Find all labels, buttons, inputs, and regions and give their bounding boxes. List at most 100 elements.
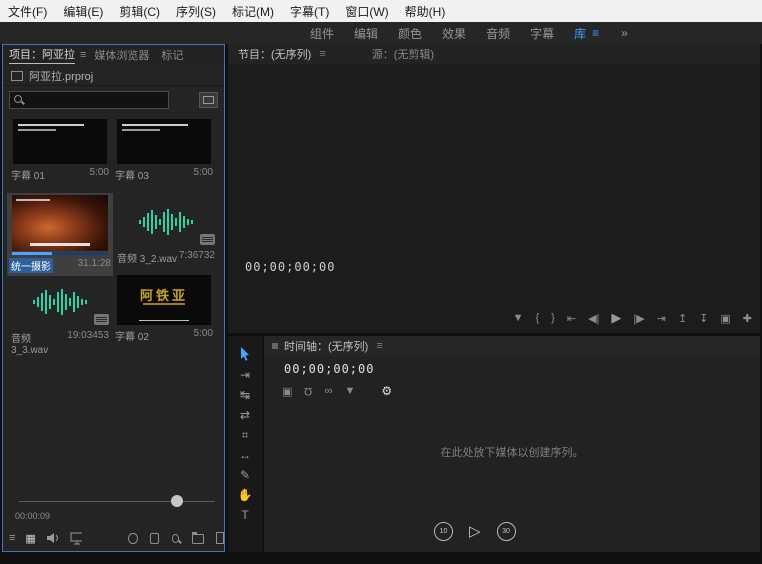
go-to-in-icon[interactable]: ⇤ xyxy=(567,312,576,325)
clip-item-audio-3-2[interactable]: 音频 3_2.wav 7:36732 xyxy=(115,197,217,265)
menu-window[interactable]: 窗口(W) xyxy=(337,3,396,20)
clip-thumbnail[interactable] xyxy=(12,195,108,251)
clip-item-audio-3-3[interactable]: 音频 3_3.wav 19:03453 xyxy=(9,277,111,356)
pen-tool-icon[interactable]: ✎ xyxy=(240,469,250,482)
program-timecode[interactable]: 00;00;00;00 xyxy=(245,260,335,274)
find-icon[interactable] xyxy=(172,534,180,543)
preview-area-icon[interactable] xyxy=(70,532,83,545)
jump-forward-30-icon[interactable]: 30 xyxy=(497,522,516,541)
program-transport-bar: ▼ { } ⇤ ◀| ▶ |▶ ⇥ ↥ ↧ ▣ ✚ xyxy=(513,309,752,327)
tab-source[interactable]: 源：(无剪辑) xyxy=(372,46,434,62)
button-editor-icon[interactable]: ✚ xyxy=(743,312,752,325)
clip-thumbnail[interactable]: 阿铁亚 xyxy=(117,275,211,325)
menu-clip[interactable]: 剪辑(C) xyxy=(111,3,168,20)
workspace-tab-libraries[interactable]: 库 xyxy=(574,25,586,42)
panel-menu-icon[interactable]: ≡ xyxy=(80,49,86,61)
bin-path-row[interactable]: 阿亚拉.prproj xyxy=(3,67,224,86)
timeline-empty-message: 在此处放下媒体以创建序列。 xyxy=(264,444,760,460)
clip-scrub-bar[interactable] xyxy=(12,252,108,255)
clip-item-title-01[interactable]: 字幕 01 5:00 xyxy=(9,119,111,182)
workspace-tab-audio[interactable]: 音频 xyxy=(486,25,510,42)
insert-as-nest-icon[interactable]: ▣ xyxy=(282,385,292,398)
timeline-panel-tabs: 时间轴：(无序列) ≡ xyxy=(264,336,760,356)
tab-project[interactable]: 项目：阿亚拉 xyxy=(9,46,75,64)
type-tool-icon[interactable]: T xyxy=(241,509,248,522)
clip-name[interactable]: 音频 3_3.wav xyxy=(11,330,67,356)
tab-media-browser[interactable]: 媒体浏览器 xyxy=(94,47,149,63)
workspace-tab-assembly[interactable]: 组件 xyxy=(310,25,334,42)
tab-markers[interactable]: 标记 xyxy=(161,47,183,63)
menu-help[interactable]: 帮助(H) xyxy=(397,3,454,20)
clip-name[interactable]: 字幕 02 xyxy=(115,328,149,343)
step-back-icon[interactable]: ◀| xyxy=(588,312,599,325)
speaker-icon[interactable] xyxy=(46,532,58,544)
zoom-slider-knob[interactable] xyxy=(171,495,183,507)
mark-out-icon[interactable]: } xyxy=(551,312,555,324)
mark-in-icon[interactable]: { xyxy=(535,312,539,324)
clip-name[interactable]: 音频 3_2.wav xyxy=(117,250,177,265)
clip-name[interactable]: 字幕 01 xyxy=(11,167,45,182)
extract-icon[interactable]: ↧ xyxy=(699,312,708,325)
timeline-timecode[interactable]: 00;00;00;00 xyxy=(284,362,374,376)
thumb-overlay-line xyxy=(16,199,50,201)
play-icon[interactable]: ▶ xyxy=(611,310,621,326)
clip-item-title-03[interactable]: 字幕 03 5:00 xyxy=(113,119,215,182)
clip-thumbnail[interactable] xyxy=(13,277,107,327)
timeline-settings-wrench-icon[interactable]: ⚙ xyxy=(381,384,392,398)
play-icon[interactable]: ▷ xyxy=(469,524,481,540)
ripple-edit-tool-icon[interactable]: ↹ xyxy=(240,389,250,402)
timeline-transport-bar: 10 ▷ 30 xyxy=(434,522,516,541)
menu-edit[interactable]: 编辑(E) xyxy=(55,3,111,20)
workspace-menu-icon[interactable]: ≡ xyxy=(592,26,599,40)
new-item-icon[interactable] xyxy=(216,532,224,544)
search-box[interactable] xyxy=(9,91,169,109)
clip-thumbnail[interactable] xyxy=(117,119,211,164)
clip-item-title-02[interactable]: 阿铁亚 字幕 02 5:00 xyxy=(113,275,215,343)
track-select-tool-icon[interactable]: ⇥ xyxy=(240,369,250,382)
clip-thumbnail[interactable] xyxy=(119,197,213,247)
thumbnail-zoom-slider[interactable] xyxy=(19,501,215,502)
selection-tool-icon[interactable] xyxy=(238,346,252,362)
workspace-tab-captions[interactable]: 字幕 xyxy=(530,25,554,42)
add-marker-icon[interactable]: ▼ xyxy=(513,312,524,324)
workspace-tab-effects[interactable]: 效果 xyxy=(442,25,466,42)
panel-menu-icon[interactable]: ≡ xyxy=(376,340,382,352)
clip-name[interactable]: 字幕 03 xyxy=(115,167,149,182)
search-input[interactable] xyxy=(26,92,168,108)
menu-captions[interactable]: 字幕(T) xyxy=(282,3,337,20)
menu-sequence[interactable]: 序列(S) xyxy=(168,3,224,20)
bin-icon xyxy=(11,71,23,81)
workspace-tab-color[interactable]: 颜色 xyxy=(398,25,422,42)
panel-menu-icon[interactable]: ≡ xyxy=(319,48,325,60)
menu-markers[interactable]: 标记(M) xyxy=(224,3,282,20)
slip-tool-icon[interactable]: ↔ xyxy=(239,449,251,462)
hand-tool-icon[interactable]: ✋ xyxy=(238,489,253,502)
waveform-icon xyxy=(137,207,195,237)
tab-program[interactable]: 节目：(无序列) xyxy=(238,46,311,62)
rolling-edit-tool-icon[interactable]: ⇄ xyxy=(240,409,250,422)
workspace-overflow-icon[interactable]: » xyxy=(621,26,628,40)
menu-file[interactable]: 文件(F) xyxy=(0,3,55,20)
icon-view-icon[interactable]: ▦ xyxy=(25,532,35,545)
step-forward-icon[interactable]: |▶ xyxy=(633,312,644,325)
snap-icon[interactable]: Ω xyxy=(304,385,312,397)
clip-duration: 5:00 xyxy=(194,328,213,343)
search-bin-new-icon[interactable] xyxy=(150,533,159,544)
jump-back-10-icon[interactable]: 10 xyxy=(434,522,453,541)
automate-to-sequence-icon[interactable] xyxy=(128,533,137,544)
go-to-out-icon[interactable]: ⇥ xyxy=(657,312,666,325)
search-bin-icon[interactable] xyxy=(199,92,218,108)
new-bin-icon[interactable] xyxy=(192,534,204,544)
lift-icon[interactable]: ↥ xyxy=(678,312,687,325)
tab-timeline[interactable]: 时间轴：(无序列) xyxy=(284,338,368,354)
razor-tool-icon[interactable]: ⌗ xyxy=(242,429,249,442)
clip-item-video-selected[interactable]: 统一摄影 31.1:28 xyxy=(7,193,113,276)
export-frame-icon[interactable]: ▣ xyxy=(720,312,730,325)
clip-name[interactable]: 统一摄影 xyxy=(9,258,53,273)
thumb-text-line xyxy=(18,129,56,131)
add-marker-icon[interactable]: ▼ xyxy=(344,385,355,397)
linked-selection-icon[interactable]: ∞ xyxy=(325,385,333,397)
list-view-icon[interactable]: ≡ xyxy=(9,532,15,544)
workspace-tab-editing[interactable]: 编辑 xyxy=(354,25,378,42)
clip-thumbnail[interactable] xyxy=(13,119,107,164)
